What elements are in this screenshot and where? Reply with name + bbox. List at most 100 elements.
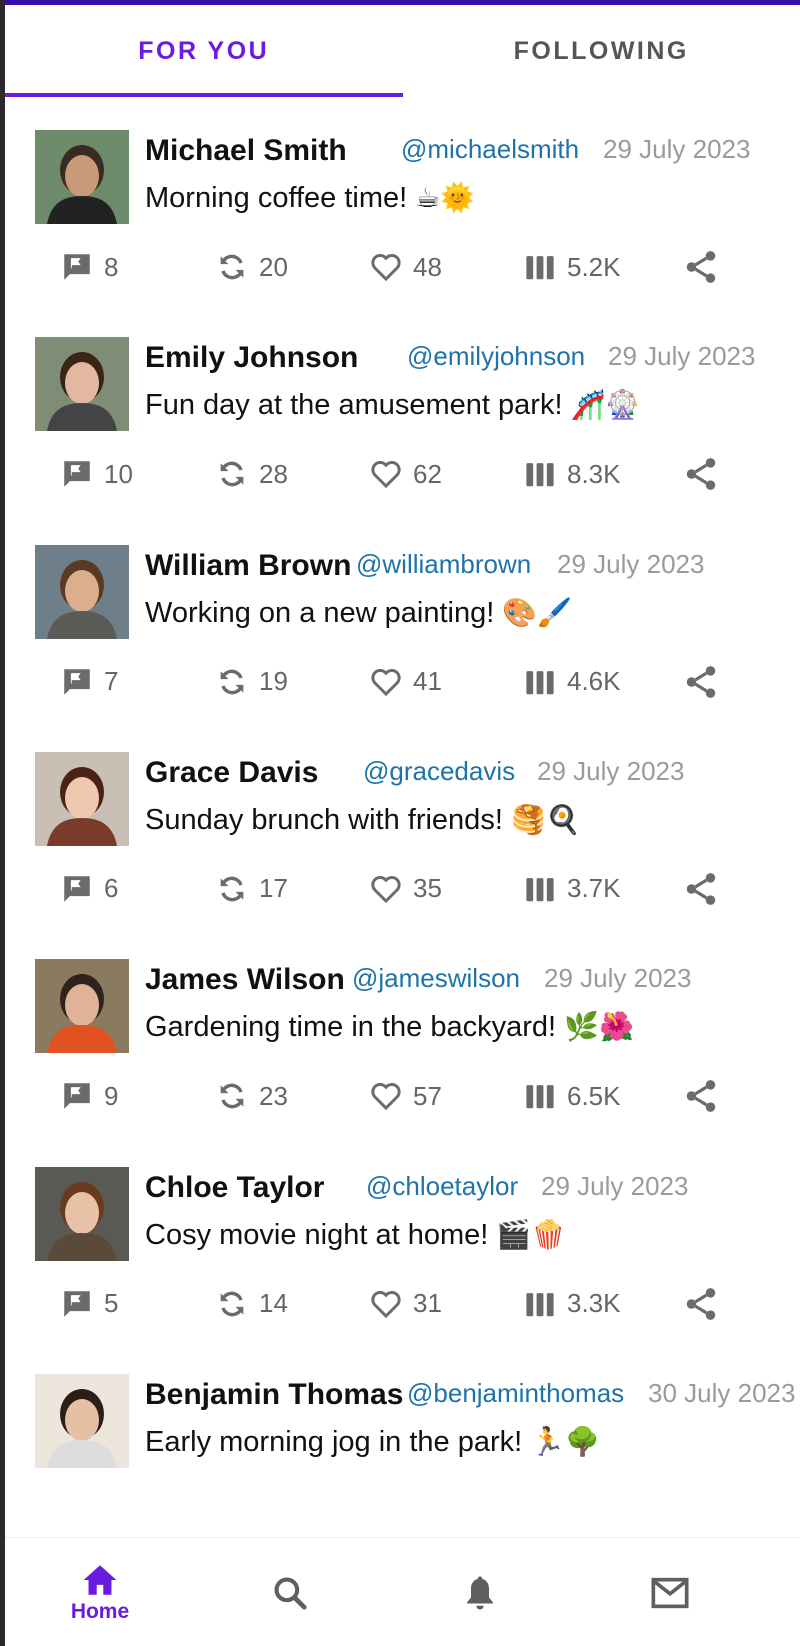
repost-count: 17 [259,873,288,904]
like-button[interactable]: 31 [369,1284,442,1324]
post-header: Benjamin Thomas [145,1375,403,1415]
author-name[interactable]: Benjamin Thomas [145,1378,403,1412]
comment-icon [64,254,90,280]
avatar[interactable] [35,959,129,1054]
share-button[interactable] [682,1076,720,1116]
post-body: Sunday brunch with friends! [145,803,503,836]
repost-count: 20 [259,251,288,282]
author-handle[interactable]: @jameswilson [352,963,520,994]
mail-icon [651,1577,689,1608]
comment-button[interactable]: 5 [60,1284,118,1324]
author-handle[interactable]: @michaelsmith [401,134,579,165]
comment-button[interactable]: 9 [60,1076,118,1116]
repost-icon [220,1083,244,1109]
share-button[interactable] [682,1284,720,1324]
like-button[interactable]: 57 [369,1076,442,1116]
feed-tabs: FOR YOU FOLLOWING [5,5,800,97]
repost-button[interactable]: 19 [215,662,288,702]
comment-icon [64,876,90,902]
views-button[interactable]: 5.2K [523,247,621,287]
author-name[interactable]: James Wilson [145,963,345,997]
comment-icon [64,668,90,695]
views-button[interactable]: 3.3K [523,1284,621,1324]
comment-icon [64,1083,90,1109]
post-header: Emily Johnson [145,338,358,378]
views-icon [526,670,554,694]
avatar[interactable] [35,337,129,432]
post-card[interactable]: Michael Smith @michaelsmith 29 July 2023… [5,97,800,314]
share-button[interactable] [682,247,720,287]
author-handle[interactable]: @chloetaylor [366,1171,518,1202]
post-feed[interactable]: Michael Smith @michaelsmith 29 July 2023… [5,97,800,1537]
post-actions: 6 17 35 3.7K [5,869,800,909]
post-card[interactable]: Chloe Taylor @chloetaylor 29 July 2023 C… [5,1134,800,1351]
like-button[interactable]: 35 [369,869,442,909]
post-card[interactable]: Emily Johnson @emilyjohnson 29 July 2023… [5,304,800,521]
repost-count: 14 [259,1288,288,1318]
tab-following[interactable]: FOLLOWING [403,5,800,97]
post-actions: 9 23 57 6.5K [5,1076,800,1116]
views-button[interactable]: 4.6K [523,662,621,702]
repost-button[interactable]: 17 [215,869,288,909]
post-emoji: 🏃🌳 [530,1425,600,1457]
author-handle[interactable]: @emilyjohnson [407,341,585,372]
nav-messages[interactable] [575,1538,765,1646]
post-date: 29 July 2023 [557,548,705,579]
author-handle[interactable]: @gracedavis [363,756,515,787]
nav-notifications[interactable] [385,1538,575,1646]
repost-button[interactable]: 14 [215,1284,288,1324]
post-card[interactable]: James Wilson @jameswilson 29 July 2023 G… [5,926,800,1143]
post-emoji: 🌿🌺 [564,1011,634,1043]
author-name[interactable]: Chloe Taylor [145,1171,324,1205]
author-handle[interactable]: @williambrown [356,549,531,580]
post-card[interactable]: Grace Davis @gracedavis 29 July 2023 Sun… [5,719,800,936]
avatar[interactable] [35,1166,129,1261]
comment-button[interactable]: 7 [60,662,118,702]
comment-button[interactable]: 6 [60,869,118,909]
post-header: Chloe Taylor [145,1168,324,1208]
author-name[interactable]: Grace Davis [145,756,318,790]
heart-icon [371,253,401,282]
share-button[interactable] [682,454,720,494]
repost-button[interactable]: 28 [215,454,288,494]
author-name[interactable]: William Brown [145,549,351,583]
heart-icon [371,668,401,696]
home-icon [83,1564,117,1595]
avatar[interactable] [35,751,129,846]
author-name[interactable]: Emily Johnson [145,341,358,375]
share-icon [686,1287,716,1320]
post-text: Morning coffee time! ☕🌞 [145,181,475,215]
avatar[interactable] [35,544,129,639]
avatar[interactable] [35,130,129,224]
views-button[interactable]: 6.5K [523,1076,621,1116]
share-button[interactable] [682,869,720,909]
post-header: James Wilson [145,960,345,1000]
comment-icon [64,1290,90,1317]
post-card[interactable]: Benjamin Thomas @benjaminthomas 30 July … [5,1341,800,1537]
author-name[interactable]: Michael Smith [145,134,347,168]
comment-button[interactable]: 8 [60,247,118,287]
author-handle[interactable]: @benjaminthomas [407,1378,624,1409]
like-button[interactable]: 62 [369,454,442,494]
comment-button[interactable]: 10 [60,454,133,494]
post-body: Gardening time in the backyard! [145,1011,557,1044]
tab-for-you[interactable]: FOR YOU [5,5,403,97]
views-button[interactable]: 3.7K [523,869,621,909]
nav-home[interactable]: Home [5,1538,195,1646]
post-date: 29 July 2023 [537,755,685,786]
views-button[interactable]: 8.3K [523,454,621,494]
post-card[interactable]: William Brown @williambrown 29 July 2023… [5,512,800,729]
post-body: Early morning jog in the park! [145,1425,523,1458]
post-text: Early morning jog in the park! 🏃🌳 [145,1425,600,1459]
nav-search[interactable] [195,1538,385,1646]
repost-icon [220,461,244,487]
app-window: FOR YOU FOLLOWING Michael Smith @michael… [5,0,800,1646]
like-button[interactable]: 48 [369,247,442,287]
avatar[interactable] [35,1373,129,1468]
like-count: 57 [413,1080,442,1111]
like-button[interactable]: 41 [369,662,442,702]
repost-button[interactable]: 20 [215,247,288,287]
share-button[interactable] [682,662,720,702]
search-icon [274,1576,307,1610]
repost-button[interactable]: 23 [215,1076,288,1116]
